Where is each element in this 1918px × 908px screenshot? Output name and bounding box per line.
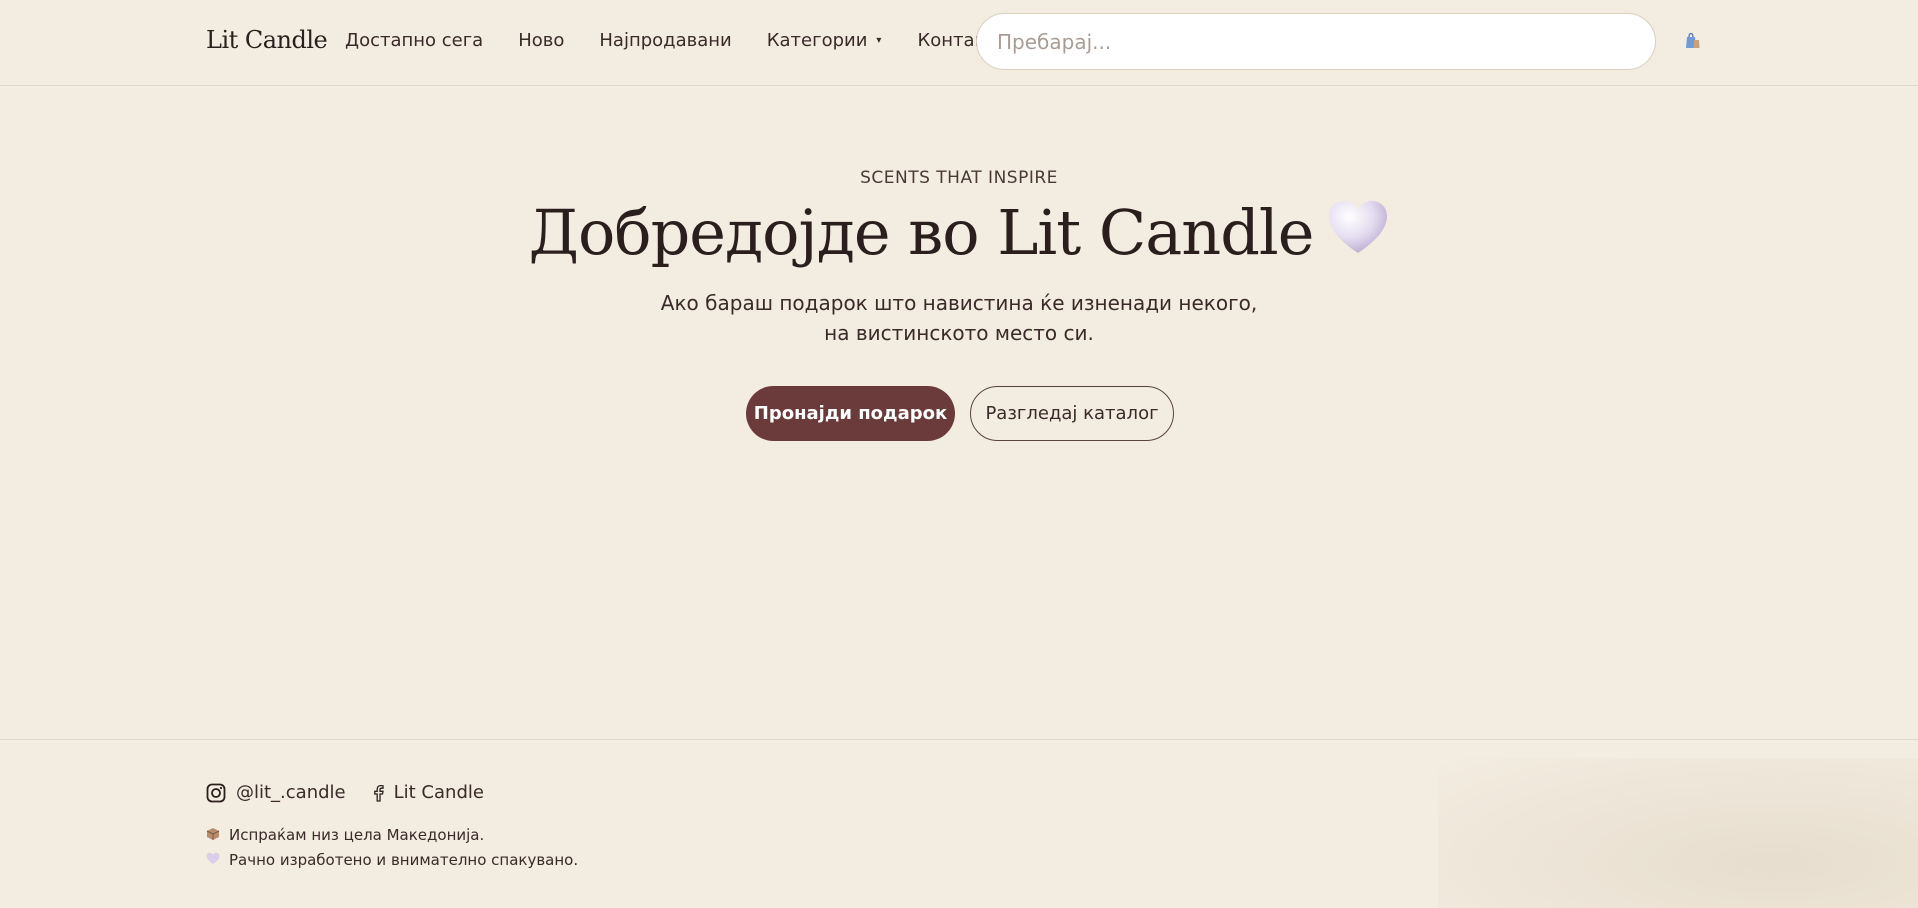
nav-categories-label: Категории [766, 30, 868, 51]
site-logo[interactable]: Lit Candle [206, 26, 328, 54]
instagram-link[interactable]: @lit_.candle [206, 782, 346, 803]
hero-subtitle-line-2: на вистинското место си. [824, 321, 1094, 345]
browse-catalog-button[interactable]: Разгледај каталог [970, 386, 1174, 441]
hero-subtitle: Ако бараш подарок што навистина ќе изнен… [0, 288, 1918, 348]
nav-categories[interactable]: Категории ▾ [767, 30, 882, 51]
social-links: @lit_.candle Lit Candle [206, 782, 484, 803]
site-footer: @lit_.candle Lit Candle Испраќам низ цел… [0, 739, 1918, 908]
heart-icon [206, 852, 222, 868]
package-icon [206, 827, 222, 844]
shipping-note: Испраќам низ цела Македонија. [206, 826, 484, 844]
instagram-icon [206, 783, 226, 802]
hero-subtitle-line-1: Ако бараш подарок што навистина ќе изнен… [660, 291, 1258, 315]
find-gift-button[interactable]: Пронајди подарок [746, 386, 955, 441]
footer-decoration [1438, 758, 1918, 908]
hero-title-text: Добредојде во Lit Candle [528, 196, 1315, 269]
site-header: Lit Candle Достапно сега Ново Најпродава… [0, 0, 1918, 86]
hero-eyebrow: SCENTS THAT INSPIRE [860, 168, 1058, 188]
facebook-icon [373, 784, 384, 802]
heart-icon [1327, 197, 1389, 270]
search-input[interactable] [976, 13, 1656, 70]
handmade-note: Рачно изработено и внимателно спакувано. [206, 851, 578, 869]
facebook-link[interactable]: Lit Candle [372, 782, 484, 803]
facebook-page-name: Lit Candle [393, 782, 484, 803]
shipping-note-text: Испраќам низ цела Македонија. [229, 826, 485, 844]
chevron-down-icon: ▾ [876, 35, 882, 46]
hero-title: Добредојде во Lit Candle [0, 196, 1918, 274]
nav-available-now[interactable]: Достапно сега [345, 30, 483, 51]
nav-new[interactable]: Ново [518, 30, 564, 51]
instagram-handle: @lit_.candle [236, 782, 346, 803]
shopping-bag-icon[interactable] [1683, 32, 1701, 50]
main-nav: Достапно сега Ново Најпродавани Категори… [345, 30, 996, 51]
nav-bestsellers[interactable]: Најпродавани [599, 30, 731, 51]
handmade-note-text: Рачно изработено и внимателно спакувано. [229, 851, 579, 869]
